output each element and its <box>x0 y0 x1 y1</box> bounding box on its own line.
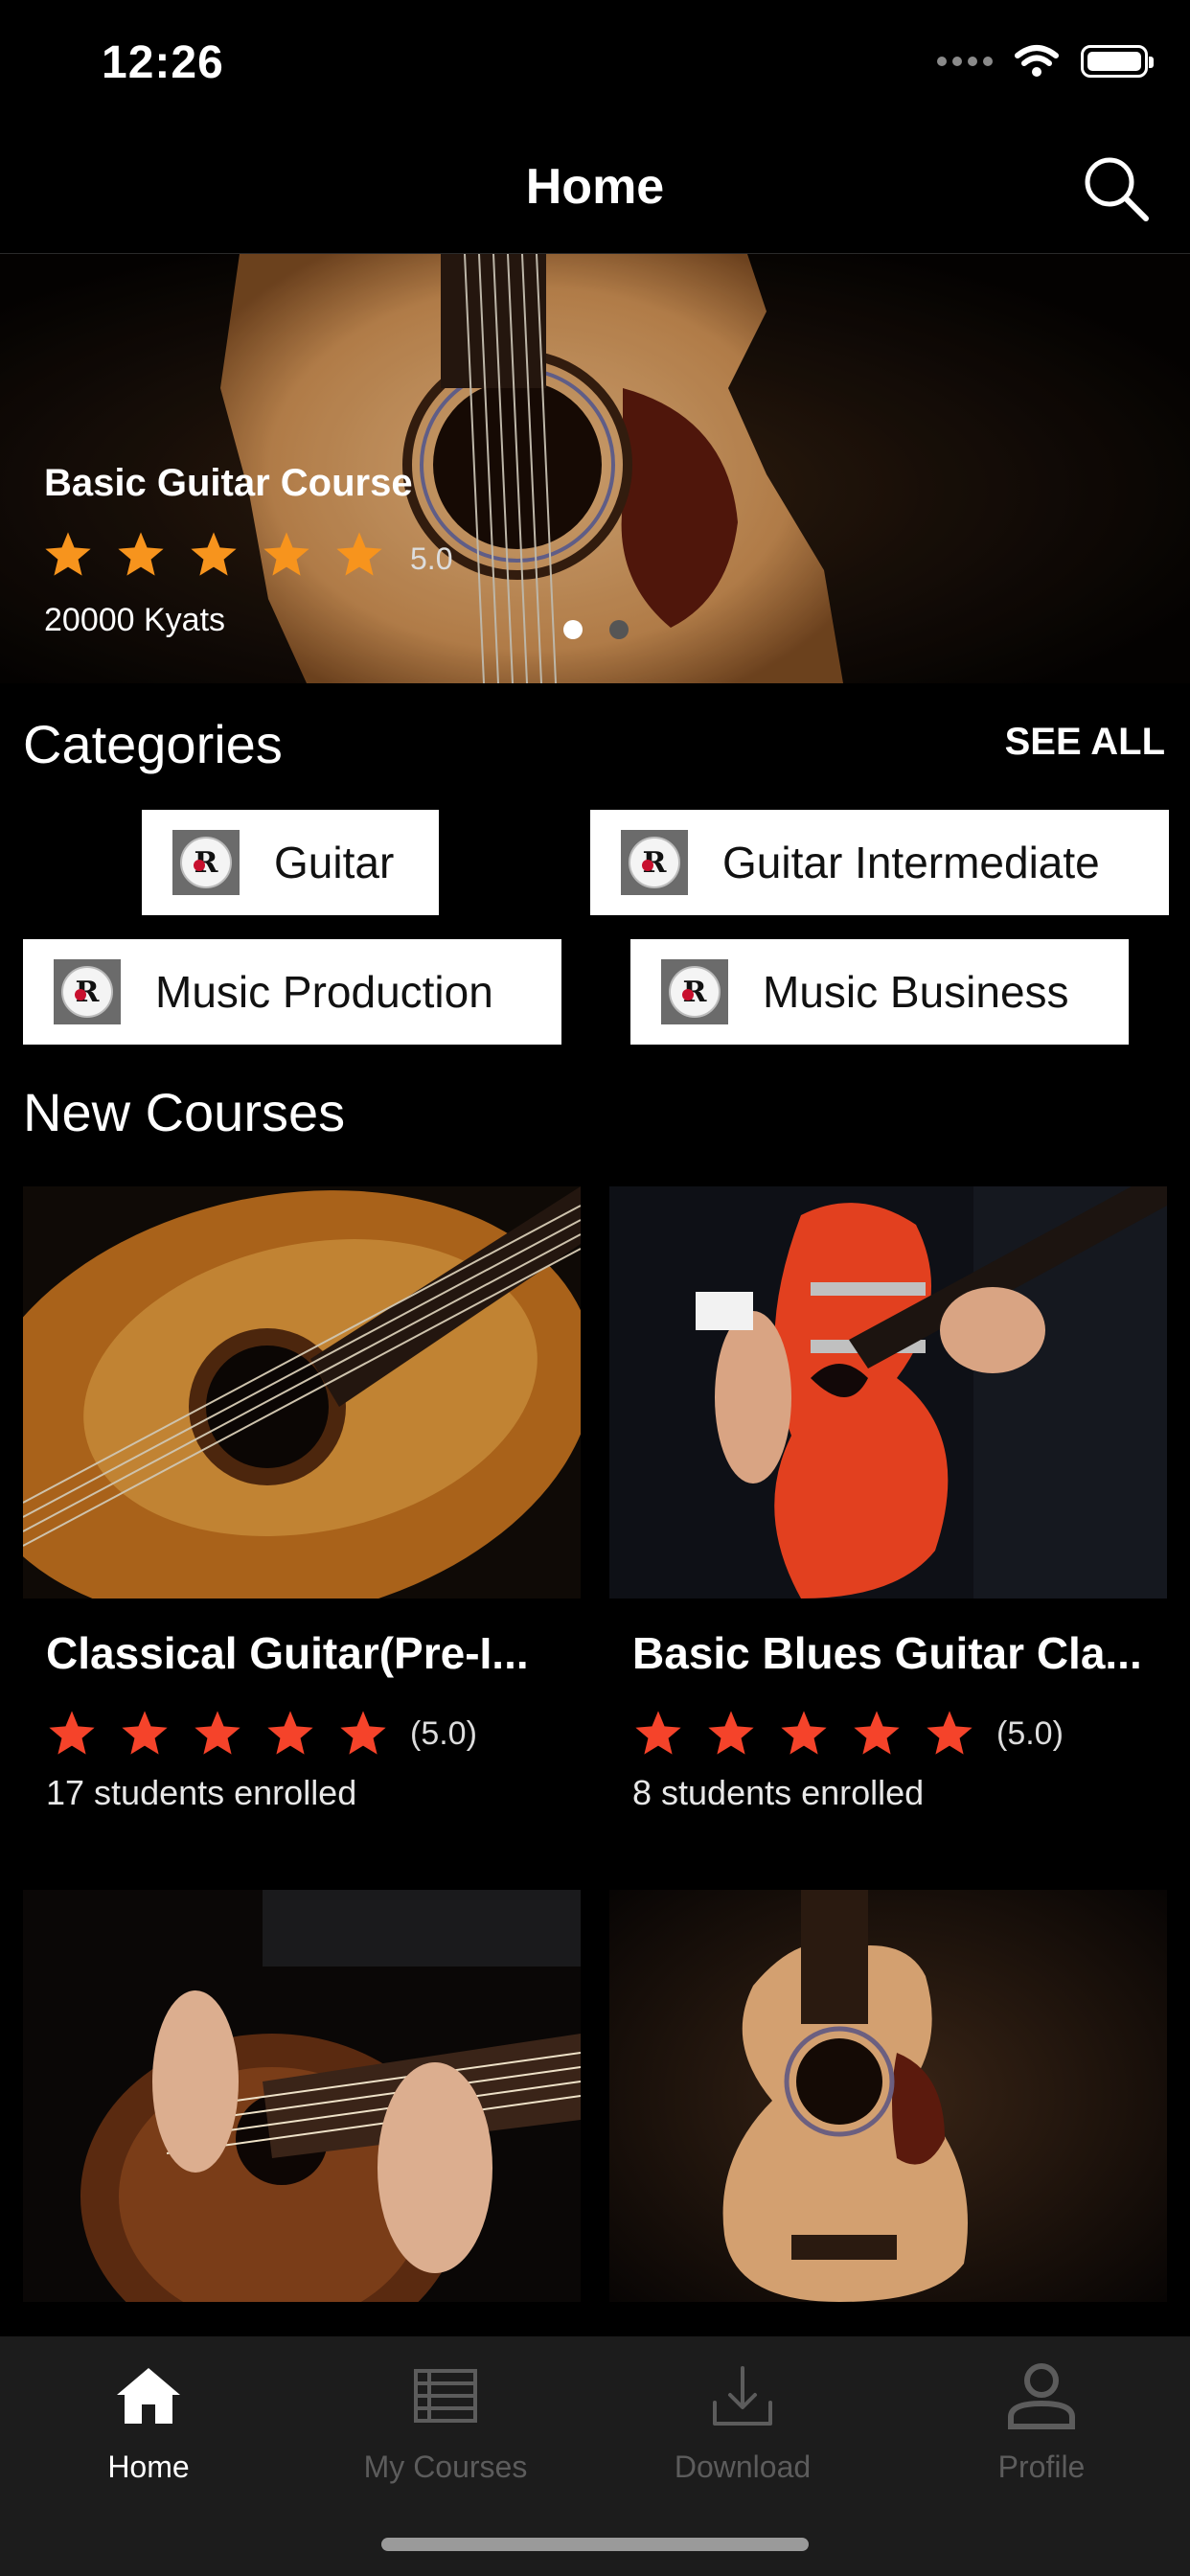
pager-dot[interactable] <box>609 620 629 639</box>
tab-profile[interactable]: Profile <box>893 2358 1190 2485</box>
course-rating-value: (5.0) <box>410 1714 477 1752</box>
category-chip-guitar[interactable]: R Guitar <box>142 810 439 915</box>
category-chip-music-business[interactable]: R Music Business <box>630 939 1129 1045</box>
star-icon <box>635 1711 681 1755</box>
course-title[interactable]: Classical Guitar(Pre-I... <box>46 1627 583 1679</box>
star-icon <box>336 532 382 576</box>
course-enrolled: 8 students enrolled <box>632 1773 925 1812</box>
banner-rating-stars <box>42 529 385 581</box>
star-icon <box>854 1711 900 1755</box>
tab-label: Profile <box>997 2450 1086 2484</box>
course-card-image[interactable] <box>23 1890 581 2302</box>
signal-icon <box>937 57 993 66</box>
tab-label: My Courses <box>363 2450 528 2484</box>
star-icon <box>122 1711 168 1755</box>
status-time: 12:26 <box>102 37 224 88</box>
star-icon <box>45 532 91 576</box>
course-card-image[interactable] <box>609 1186 1167 1598</box>
star-icon <box>191 532 237 576</box>
course-rating-value: (5.0) <box>996 1714 1064 1752</box>
tab-home[interactable]: Home <box>0 2358 297 2485</box>
person-icon <box>1008 2363 1075 2429</box>
course-rating: (5.0) <box>46 1708 477 1760</box>
acoustic-guitar-play-image <box>23 1890 581 2302</box>
download-icon <box>713 2366 772 2426</box>
banner-course-title: Basic Guitar Course <box>44 462 413 504</box>
tab-label: Home <box>107 2450 190 2484</box>
category-logo-icon: R <box>661 959 728 1024</box>
category-label: Music Business <box>763 967 1069 1017</box>
search-button[interactable] <box>1081 153 1152 224</box>
category-logo-icon: R <box>54 959 121 1024</box>
star-icon <box>118 532 164 576</box>
star-icon <box>267 1711 313 1755</box>
course-enrolled: 17 students enrolled <box>46 1773 357 1812</box>
course-title[interactable]: Basic Blues Guitar Cla... <box>632 1627 1169 1679</box>
star-icon <box>263 532 309 576</box>
tab-download[interactable]: Download <box>594 2358 891 2485</box>
category-chip-music-production[interactable]: R Music Production <box>23 939 561 1045</box>
see-all-link[interactable]: SEE ALL <box>1005 721 1165 764</box>
category-label: Guitar Intermediate <box>722 838 1100 887</box>
battery-icon <box>1081 45 1154 78</box>
new-courses-heading: New Courses <box>23 1082 346 1142</box>
list-icon <box>414 2369 477 2423</box>
category-label: Music Production <box>155 967 493 1017</box>
classical-guitar-image <box>23 1186 581 1598</box>
course-card-image[interactable] <box>23 1186 581 1598</box>
star-icon <box>927 1711 973 1755</box>
star-icon <box>708 1711 754 1755</box>
tab-my-courses[interactable]: My Courses <box>297 2358 594 2485</box>
course-rating: (5.0) <box>632 1708 1064 1760</box>
home-icon <box>117 2368 180 2424</box>
search-icon <box>1085 157 1149 221</box>
star-icon <box>340 1711 386 1755</box>
rating-stars <box>46 1708 389 1760</box>
banner-rating-value: 5.0 <box>410 541 453 576</box>
status-icons <box>937 44 1154 79</box>
category-chip-guitar-intermediate[interactable]: R Guitar Intermediate <box>590 810 1169 915</box>
pager-dot-active[interactable] <box>563 620 583 639</box>
rating-stars <box>632 1708 975 1760</box>
category-logo-icon: R <box>621 830 688 895</box>
category-label: Guitar <box>274 838 395 887</box>
categories-heading: Categories <box>23 714 283 774</box>
category-logo-icon: R <box>172 830 240 895</box>
home-indicator <box>381 2538 809 2551</box>
tab-label: Download <box>674 2450 812 2484</box>
banner-price: 20000 Kyats <box>44 602 226 638</box>
star-icon <box>781 1711 827 1755</box>
star-icon <box>49 1711 95 1755</box>
star-icon <box>195 1711 240 1755</box>
blues-guitar-image <box>609 1186 1167 1598</box>
acoustic-guitar-image <box>609 1890 1167 2302</box>
page-title: Home <box>525 159 665 215</box>
wifi-icon <box>1015 45 1059 77</box>
course-card-image[interactable] <box>609 1890 1167 2302</box>
